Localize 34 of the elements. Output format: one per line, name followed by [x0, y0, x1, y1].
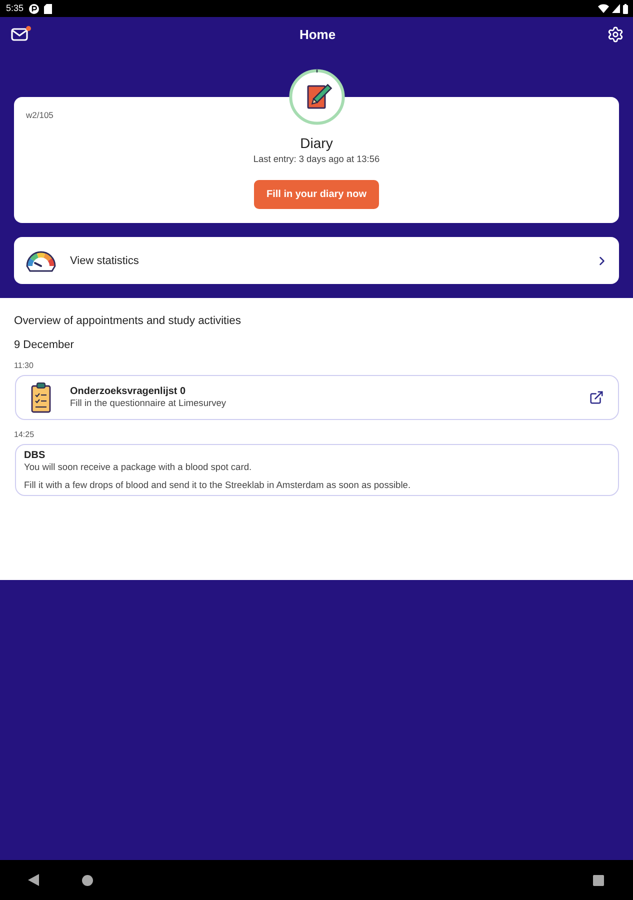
appointment-time: 11:30	[14, 361, 34, 371]
external-link-icon	[589, 390, 604, 405]
back-icon	[28, 874, 39, 886]
settings-icon	[607, 26, 624, 43]
sd-card-icon	[44, 4, 52, 14]
week-counter: w2/105	[26, 109, 54, 120]
message-text: You will soon receive a package with a blood spot card.	[24, 462, 253, 473]
recent-apps-icon	[593, 874, 604, 886]
message-title: DBS	[24, 450, 46, 462]
external-link-button[interactable]	[589, 390, 604, 405]
signal-icon	[612, 4, 620, 13]
home-icon	[82, 874, 93, 886]
notification-icon	[28, 4, 39, 14]
mail-button[interactable]	[9, 26, 30, 43]
status-time: 5:35	[6, 3, 24, 14]
mail-icon	[11, 28, 28, 41]
last-entry-text: Last entry: 3 days ago at 13:56	[253, 154, 380, 165]
questionnaire-subtitle: Fill in the questionnaire at Limesurvey	[70, 398, 228, 409]
battery-icon	[623, 4, 628, 14]
view-statistics-button[interactable]: View statistics	[14, 237, 619, 284]
appointment-time: 14:25	[14, 430, 36, 440]
date-heading: 9 December	[14, 339, 75, 352]
back-button[interactable]	[28, 874, 39, 886]
message-text: Fill it with a few drops of blood and send it to the Streeklab in Amsterdam as soon as possible.	[24, 480, 412, 491]
questionnaire-card[interactable]: Onderzoeksvragenlijst 0 Fill in the questionnaire at Limesurvey	[15, 375, 619, 420]
screen-title: Home	[299, 26, 336, 42]
recent-apps-button[interactable]	[593, 874, 604, 886]
diary-title: Diary	[300, 135, 333, 152]
questionnaire-title: Onderzoeksvragenlijst 0	[70, 386, 187, 398]
clipboard-icon	[31, 382, 51, 413]
wifi-icon	[598, 4, 609, 13]
gauge-icon	[25, 248, 57, 272]
home-button[interactable]	[82, 874, 93, 886]
overview-heading: Overview of appointments and study activities	[14, 314, 242, 328]
